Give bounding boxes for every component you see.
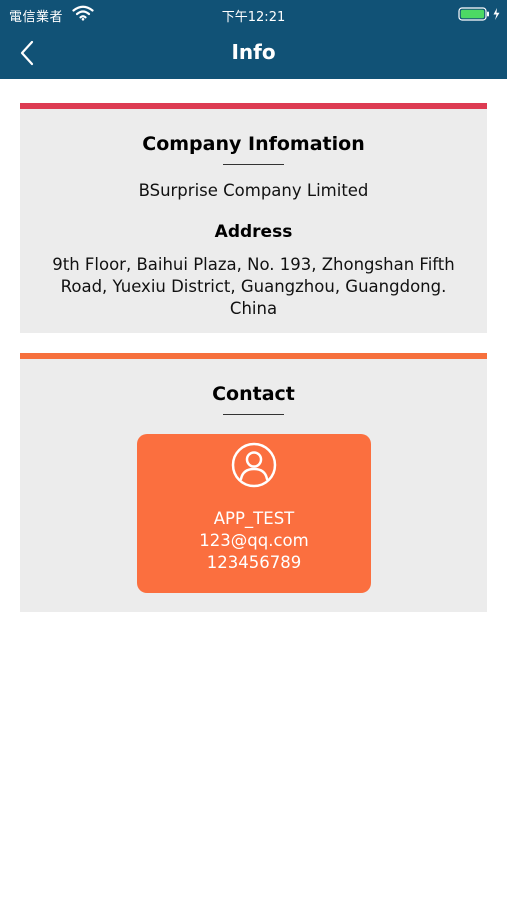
contact-phone: 123456789 [206, 553, 302, 572]
top-bar: 電信業者 下午12:21 Info [0, 0, 507, 79]
company-name: BSurprise Company Limited [138, 181, 369, 200]
contact-card: Contact APP_TEST 123@qq.com 123456789 [20, 353, 487, 612]
status-bar: 電信業者 下午12:21 [0, 0, 507, 28]
user-circle-icon [231, 442, 277, 488]
section-divider [223, 164, 284, 165]
contact-email: 123@qq.com [199, 531, 309, 550]
contact-section-title: Contact [212, 383, 295, 405]
contact-name: APP_TEST [213, 509, 295, 528]
company-info-card: Company Infomation BSurprise Company Lim… [20, 103, 487, 333]
page-title: Info [231, 40, 276, 64]
address-text: 9th Floor, Baihui Plaza, No. 193, Zhongs… [52, 255, 455, 318]
section-divider [223, 414, 284, 415]
status-time: 下午12:21 [221, 10, 286, 25]
contact-tile[interactable]: APP_TEST 123@qq.com 123456789 [137, 434, 371, 593]
address-heading: Address [214, 222, 293, 242]
nav-bar: Info [0, 28, 507, 79]
battery-icon [458, 7, 500, 21]
company-section-title: Company Infomation [142, 133, 365, 155]
